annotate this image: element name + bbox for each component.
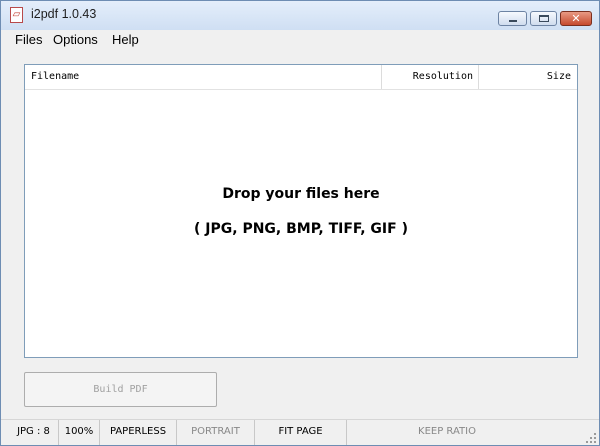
title-bar[interactable]: ▱ i2pdf 1.0.43 ✕: [1, 1, 599, 30]
close-button[interactable]: ✕: [560, 11, 592, 26]
resize-grip-icon[interactable]: [586, 433, 596, 443]
minimize-button[interactable]: [498, 11, 527, 26]
status-zoom[interactable]: 100%: [59, 420, 100, 445]
status-bar: JPG : 8 100% PAPERLESS PORTRAIT FIT PAGE…: [1, 419, 599, 445]
maximize-icon: [539, 15, 549, 22]
column-size[interactable]: Size: [479, 65, 577, 89]
status-paper-mode[interactable]: PAPERLESS: [100, 420, 177, 445]
column-resolution[interactable]: Resolution: [382, 65, 479, 89]
file-list-header: Filename Resolution Size: [25, 65, 577, 90]
close-icon: ✕: [571, 12, 581, 25]
maximize-button[interactable]: [530, 11, 557, 26]
app-window: ▱ i2pdf 1.0.43 ✕ Files Options Help File…: [0, 0, 600, 446]
drop-hint-title: Drop your files here: [222, 186, 380, 202]
pdf-file-icon: ▱: [10, 7, 23, 23]
window-title: i2pdf 1.0.43: [31, 7, 97, 21]
status-orientation[interactable]: PORTRAIT: [177, 420, 255, 445]
menu-bar: Files Options Help: [1, 30, 599, 50]
status-image-count[interactable]: JPG : 8: [9, 420, 59, 445]
column-filename[interactable]: Filename: [25, 65, 382, 89]
minimize-icon: [509, 20, 517, 22]
build-pdf-button[interactable]: Build PDF: [24, 372, 217, 407]
file-list[interactable]: Filename Resolution Size Drop your files…: [24, 64, 578, 358]
menu-files[interactable]: Files: [15, 32, 42, 47]
menu-help[interactable]: Help: [112, 32, 139, 47]
drop-hint-formats: ( JPG, PNG, BMP, TIFF, GIF ): [194, 221, 408, 237]
status-fit-page[interactable]: FIT PAGE: [255, 420, 347, 445]
status-keep-ratio[interactable]: KEEP RATIO: [401, 420, 493, 445]
menu-options[interactable]: Options: [53, 32, 98, 47]
